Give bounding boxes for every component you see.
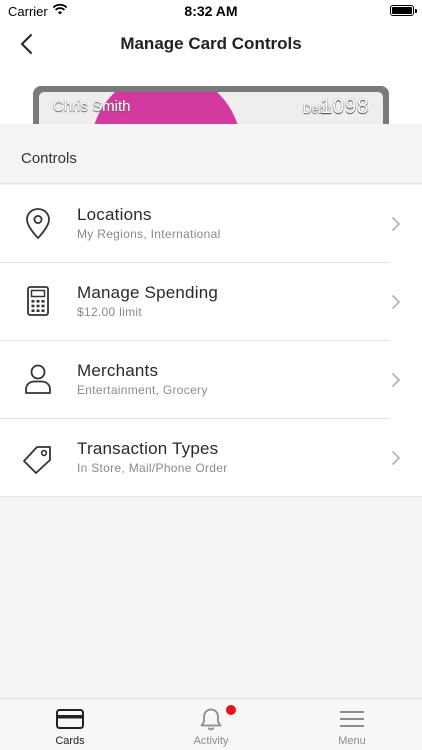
card-preview[interactable]: Chris Smith Debit 1098 [33, 86, 389, 124]
controls-list: Locations My Regions, International Mana… [0, 185, 422, 497]
control-label: Manage Spending [77, 283, 219, 302]
control-label: Merchants [77, 361, 159, 380]
chevron-right-icon [392, 217, 400, 231]
chevron-right-icon [392, 451, 400, 465]
menu-icon [340, 711, 364, 727]
control-subtitle: $12.00 limit [77, 305, 142, 319]
control-subtitle: In Store, Mail/Phone Order [77, 461, 228, 475]
notification-badge [226, 705, 236, 715]
control-label: Locations [77, 205, 152, 224]
card-holder-name: Chris Smith [53, 98, 131, 115]
card-preview-area: Chris Smith Debit 1098 [0, 66, 422, 124]
tab-label: Cards [55, 735, 85, 747]
calculator-icon [27, 286, 49, 316]
control-subtitle: My Regions, International [77, 227, 221, 241]
tab-activity[interactable]: Activity [141, 699, 281, 750]
section-title: Controls [21, 150, 77, 167]
card-last-four: 1098 [320, 95, 369, 118]
status-bar: Carrier 8:32 AM [0, 0, 422, 22]
page-title: Manage Card Controls [120, 34, 302, 53]
tab-label: Activity [193, 735, 229, 747]
control-row-transaction-types[interactable]: Transaction Types In Store, Mail/Phone O… [0, 419, 422, 497]
location-pin-icon [26, 208, 50, 240]
navigation-bar: Manage Card Controls [0, 22, 422, 66]
tab-bar: Cards Activity Menu [0, 698, 422, 750]
tab-cards[interactable]: Cards [0, 699, 140, 750]
section-header: Controls [0, 124, 422, 184]
battery-icon [390, 5, 417, 16]
bell-icon [200, 708, 222, 731]
tag-icon [23, 446, 51, 474]
tab-label: Menu [338, 735, 366, 747]
chevron-right-icon [392, 373, 400, 387]
control-subtitle: Entertainment, Grocery [77, 383, 208, 397]
card-icon [56, 709, 84, 729]
control-row-merchants[interactable]: Merchants Entertainment, Grocery [0, 341, 422, 419]
control-row-locations[interactable]: Locations My Regions, International [0, 185, 422, 263]
chevron-right-icon [392, 295, 400, 309]
status-time: 8:32 AM [184, 3, 238, 19]
control-row-manage-spending[interactable]: Manage Spending $12.00 limit [0, 263, 422, 341]
control-label: Transaction Types [77, 439, 219, 458]
card-face: Chris Smith Debit 1098 [39, 92, 383, 124]
person-icon [25, 364, 51, 394]
tab-menu[interactable]: Menu [282, 699, 422, 750]
